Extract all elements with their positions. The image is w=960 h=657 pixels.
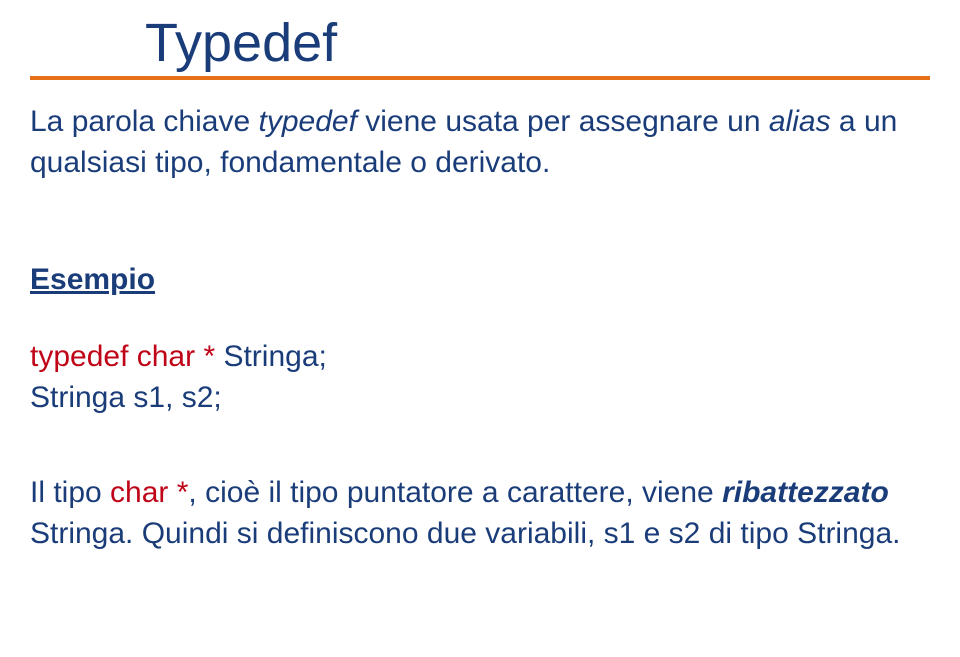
code-line-2: Stringa s1, s2;: [30, 378, 930, 419]
explanation-paragraph: Il tipo char *, cioè il tipo puntatore a…: [30, 473, 930, 554]
example-heading: Esempio: [30, 263, 930, 297]
title-underline: [30, 76, 930, 80]
slide-title: Typedef: [30, 12, 930, 74]
code-block: typedef char * Stringa; Stringa s1, s2;: [30, 337, 930, 418]
intro-paragraph: La parola chiave typedef viene usata per…: [30, 102, 930, 183]
slide: Typedef La parola chiave typedef viene u…: [0, 0, 960, 657]
code-line-1: typedef char * Stringa;: [30, 337, 930, 378]
